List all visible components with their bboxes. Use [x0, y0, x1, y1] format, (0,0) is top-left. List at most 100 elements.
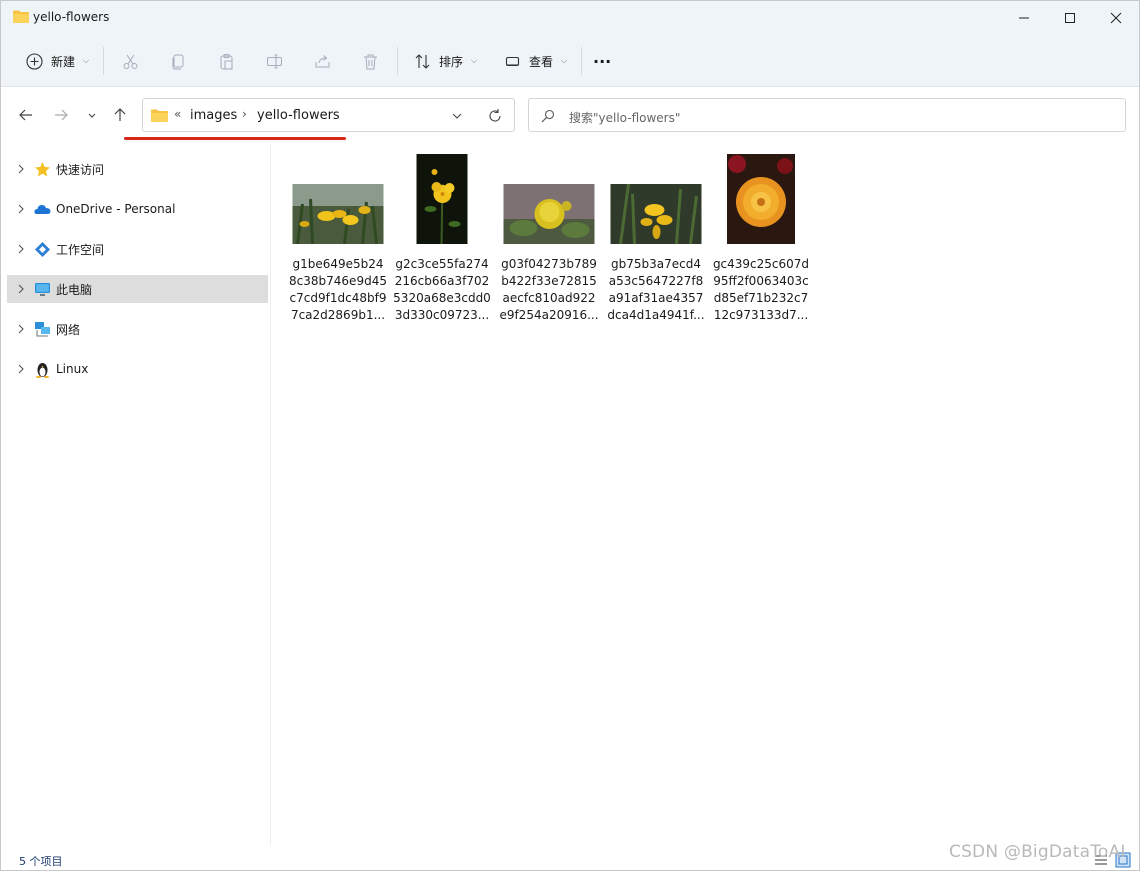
chevron-down-icon: ⌵ [561, 56, 568, 65]
folder-icon [13, 10, 29, 23]
chevron-right-icon[interactable] [16, 204, 26, 214]
onedrive-cloud-icon [34, 204, 51, 214]
refresh-icon[interactable] [487, 108, 503, 124]
search-input[interactable]: 搜索"yello-flowers" [528, 98, 1126, 132]
view-layout-icon [501, 50, 523, 72]
file-name: g2c3ce55fa274 216cb66a3f702 5320a68e3cdd… [393, 257, 491, 322]
arrow-left-icon [19, 109, 32, 121]
view-button[interactable]: 查看 ⌵ [501, 49, 567, 73]
scissors-icon [119, 50, 141, 72]
sidebar-item-workspace[interactable]: 工作空间 [7, 235, 268, 263]
copy-button[interactable] [167, 49, 189, 73]
file-list: g1be649e5b24 8c38b746e9d45 c7cd9f1dc48bf… [272, 145, 1140, 845]
chevron-right-icon[interactable] [16, 244, 26, 254]
more-options-button[interactable]: ··· [593, 49, 611, 73]
share-button[interactable] [311, 49, 333, 73]
chevron-down-icon [88, 113, 96, 118]
rename-icon [263, 50, 285, 72]
ribbon-divider [103, 47, 104, 75]
sidebar-item-linux[interactable]: Linux [7, 355, 268, 383]
back-button[interactable] [15, 104, 37, 126]
item-count: 5 个项目 [19, 855, 63, 868]
file-item[interactable]: g1be649e5b24 8c38b746e9d45 c7cd9f1dc48bf… [288, 153, 388, 323]
up-button[interactable] [109, 104, 131, 126]
file-name: gb75b3a7ecd4 a53c5647227f8 a91af31ae4357… [607, 257, 705, 322]
copy-icon [167, 50, 189, 72]
share-icon [311, 50, 333, 72]
sidebar-item-label: 工作空间 [56, 242, 105, 257]
file-explorer-window: yello-flowers 新建 ⌵ 排序 ⌵ 查看 ⌵ ··· « image… [0, 0, 1140, 871]
computer-monitor-icon [35, 282, 50, 296]
file-item[interactable]: g03f04273b789 b422f33e72815 aecfc810ad92… [499, 153, 599, 323]
ribbon-divider [397, 47, 398, 75]
trash-icon [359, 50, 381, 72]
sidebar-item-onedrive[interactable]: OneDrive - Personal [7, 195, 268, 223]
image-thumbnail [503, 184, 595, 244]
address-bar[interactable]: « images › yello-flowers [142, 98, 515, 132]
chevron-right-icon[interactable] [16, 324, 26, 334]
chevron-down-icon: ⌵ [83, 56, 90, 65]
close-button[interactable] [1093, 1, 1139, 35]
more-options-label: ··· [593, 51, 612, 71]
chevron-down-icon: ⌵ [471, 56, 478, 65]
sidebar-item-this-pc[interactable]: 此电脑 [7, 275, 268, 303]
clipboard-icon [215, 50, 237, 72]
close-icon [1110, 12, 1122, 24]
star-icon [35, 161, 50, 176]
image-thumbnail [292, 184, 384, 244]
minimize-button[interactable] [1001, 1, 1047, 35]
recent-locations-button[interactable] [81, 104, 103, 126]
image-thumbnail [610, 184, 702, 244]
file-name: g03f04273b789 b422f33e72815 aecfc810ad92… [499, 257, 599, 322]
image-thumbnail [727, 154, 795, 244]
arrow-right-icon [55, 109, 68, 121]
paste-button[interactable] [215, 49, 237, 73]
sidebar-item-quick-access[interactable]: 快速访问 [7, 155, 268, 183]
chevron-right-icon[interactable] [16, 164, 26, 174]
chevron-down-icon[interactable] [449, 108, 465, 124]
forward-button[interactable] [50, 104, 72, 126]
sidebar-item-label: Linux [56, 362, 89, 376]
view-label: 查看 [529, 54, 554, 69]
linux-penguin-icon [36, 362, 49, 378]
chevron-right-icon[interactable] [16, 284, 26, 294]
file-item[interactable]: gb75b3a7ecd4 a53c5647227f8 a91af31ae4357… [606, 153, 706, 323]
cut-button[interactable] [119, 49, 141, 73]
sidebar-item-label: 此电脑 [56, 282, 93, 297]
arrow-up-icon [114, 108, 126, 121]
sort-label: 排序 [439, 54, 464, 69]
minimize-icon [1019, 17, 1029, 19]
chevron-right-icon[interactable] [16, 364, 26, 374]
watermark-text: CSDN @BigDataToAI [949, 842, 1126, 862]
maximize-button[interactable] [1047, 1, 1093, 35]
red-annotation-underline [124, 137, 346, 140]
new-button[interactable]: 新建 ⌵ [23, 49, 89, 73]
file-item[interactable]: g2c3ce55fa274 216cb66a3f702 5320a68e3cdd… [392, 153, 492, 323]
image-thumbnail [416, 154, 468, 244]
overflow-crumb[interactable]: « [174, 107, 181, 121]
title-bar[interactable]: yello-flowers [1, 1, 1139, 35]
workspace-diamond-icon [35, 241, 50, 257]
command-bar: 新建 ⌵ 排序 ⌵ 查看 ⌵ ··· [1, 35, 1139, 87]
breadcrumb-images[interactable]: images [190, 108, 237, 123]
folder-icon [151, 109, 168, 122]
search-icon [541, 109, 555, 123]
maximize-icon [1065, 13, 1075, 23]
file-name: gc439c25c607d 95ff2f0063403c d85ef71b232… [712, 257, 810, 322]
rename-button[interactable] [263, 49, 285, 73]
delete-button[interactable] [359, 49, 381, 73]
window-title: yello-flowers [33, 10, 110, 24]
file-name: g1be649e5b24 8c38b746e9d45 c7cd9f1dc48bf… [289, 257, 387, 322]
network-icon [35, 321, 50, 336]
ribbon-divider [581, 47, 582, 75]
file-item[interactable]: gc439c25c607d 95ff2f0063403c d85ef71b232… [711, 153, 811, 323]
breadcrumb-yello-flowers[interactable]: yello-flowers [257, 108, 340, 123]
chevron-right-icon: › [242, 107, 247, 121]
plus-circle-icon [23, 50, 45, 72]
sort-button[interactable]: 排序 ⌵ [411, 49, 477, 73]
sidebar-item-network[interactable]: 网络 [7, 315, 268, 343]
sidebar-item-label: OneDrive - Personal [56, 202, 176, 216]
sort-arrows-icon [411, 50, 433, 72]
sidebar-item-label: 网络 [56, 322, 81, 337]
navigation-pane: 快速访问 OneDrive - Personal 工作空间 此电脑 网络 Lin… [1, 145, 271, 845]
